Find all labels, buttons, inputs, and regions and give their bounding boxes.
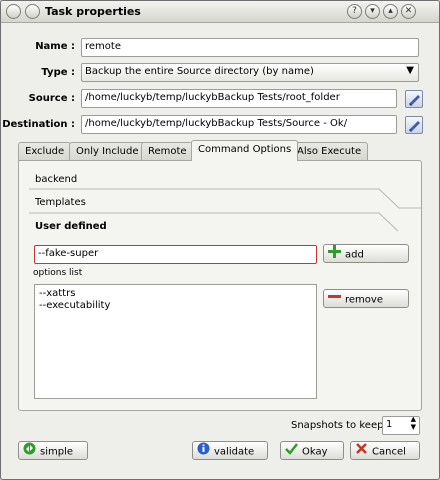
close-icon[interactable]: ✕	[401, 4, 416, 19]
destination-label: Destination :	[2, 119, 75, 130]
simple-button[interactable]: simple	[18, 441, 88, 460]
name-input[interactable]: remote	[81, 38, 419, 57]
snapshots-value: 1	[386, 419, 393, 430]
options-list[interactable]: --xattrs --executability	[34, 284, 317, 399]
chevron-down-icon: ▼	[406, 65, 414, 76]
window-menu-icon[interactable]	[6, 4, 21, 19]
check-icon	[285, 442, 298, 461]
tab-only-include[interactable]: Only Include	[69, 142, 146, 160]
add-option-label: add	[345, 249, 364, 261]
command-options-panel: backend Templates User defined --fake-su…	[18, 160, 422, 411]
validate-label: validate	[214, 446, 255, 458]
destination-browse-button[interactable]	[405, 116, 423, 134]
simple-label: simple	[40, 446, 74, 458]
cancel-button[interactable]: Cancel	[350, 441, 420, 460]
options-list-label: options list	[33, 268, 83, 278]
source-browse-button[interactable]	[405, 90, 423, 108]
remove-option-button[interactable]: remove	[323, 289, 409, 308]
source-input[interactable]: /home/luckyb/temp/luckybBackup Tests/roo…	[81, 89, 397, 108]
option-input[interactable]: --fake-super	[34, 245, 317, 264]
add-option-button[interactable]: add	[323, 244, 409, 263]
tab-exclude[interactable]: Exclude	[18, 142, 72, 160]
minus-icon	[328, 290, 341, 309]
snapshots-label: Snapshots to keep:	[291, 420, 387, 431]
maximize-icon[interactable]: ▴	[383, 4, 398, 19]
title-bar[interactable]: Task properties ? ▾ ▴ ✕	[1, 1, 439, 23]
source-label: Source :	[28, 93, 75, 104]
list-item[interactable]: --executability	[39, 300, 312, 312]
folder-browse-icon	[409, 95, 420, 106]
type-label: Type :	[41, 67, 75, 78]
snapshots-spinbox[interactable]: 1 ▲ ▼	[382, 416, 420, 435]
destination-input[interactable]: /home/luckyb/temp/luckybBackup Tests/Sou…	[81, 115, 397, 134]
tab-remote[interactable]: Remote	[141, 142, 194, 160]
section-templates[interactable]: Templates	[35, 197, 86, 208]
section-backend[interactable]: backend	[35, 174, 77, 185]
validate-button[interactable]: validate	[192, 441, 268, 460]
type-select-value: Backup the entire Source directory (by n…	[85, 66, 314, 77]
window-title: Task properties	[45, 5, 141, 18]
tab-command-options[interactable]: Command Options	[191, 140, 299, 161]
tab-also-execute[interactable]: Also Execute	[290, 142, 369, 160]
sticky-icon[interactable]	[25, 4, 40, 19]
okay-label: Okay	[302, 446, 328, 458]
remove-option-label: remove	[345, 294, 383, 306]
simple-mode-icon	[23, 442, 36, 461]
minimize-icon[interactable]: ▾	[365, 4, 380, 19]
okay-button[interactable]: Okay	[280, 441, 344, 460]
info-icon	[197, 442, 210, 461]
plus-icon	[328, 245, 341, 264]
cancel-x-icon	[355, 442, 368, 461]
type-select[interactable]: Backup the entire Source directory (by n…	[81, 63, 419, 82]
list-item[interactable]: --xattrs	[39, 288, 312, 300]
name-label: Name :	[35, 41, 75, 52]
folder-browse-icon	[409, 121, 420, 132]
cancel-label: Cancel	[372, 446, 406, 458]
section-user-defined[interactable]: User defined	[35, 221, 107, 232]
task-properties-window: Task properties ? ▾ ▴ ✕ Name : remote Ty…	[0, 0, 440, 480]
help-icon[interactable]: ?	[347, 4, 362, 19]
spin-arrows-icon[interactable]: ▲ ▼	[411, 417, 416, 431]
